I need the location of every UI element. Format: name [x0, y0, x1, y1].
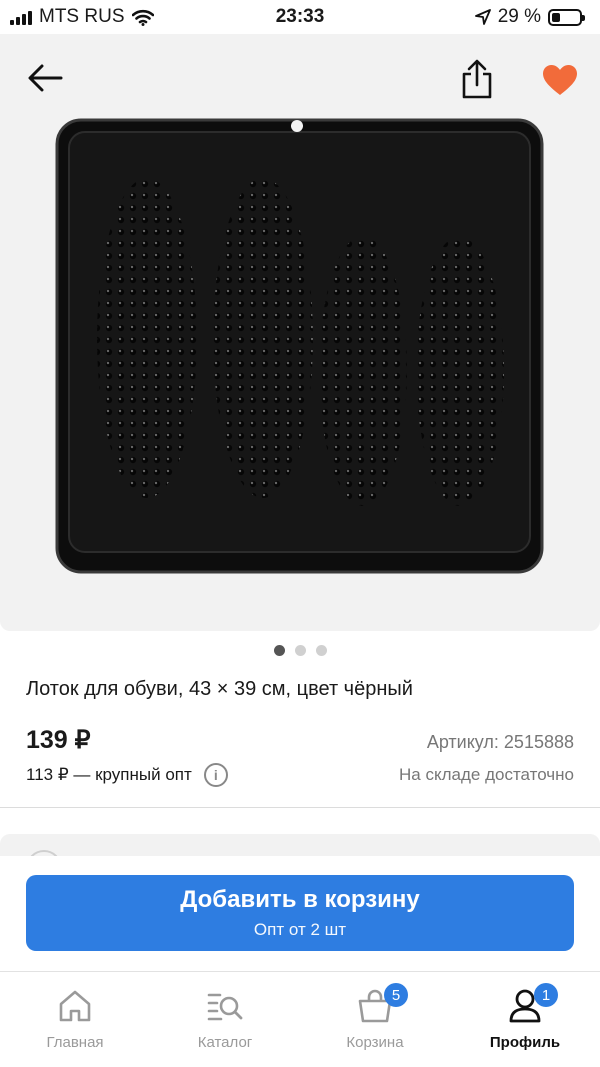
add-to-cart-sublabel: Опт от 2 шт	[253, 920, 347, 939]
location-arrow-icon	[474, 9, 491, 25]
share-button[interactable]	[452, 54, 502, 104]
home-icon	[59, 990, 91, 1022]
pager-dot[interactable]	[294, 645, 306, 656]
battery-icon	[548, 8, 585, 26]
product-image	[55, 118, 544, 574]
tab-label: Корзина	[346, 1034, 404, 1051]
pager-dot[interactable]	[273, 645, 285, 656]
catalog-search-icon	[207, 993, 243, 1021]
profile-badge: 1	[534, 983, 558, 1007]
arrow-left-icon	[28, 64, 63, 92]
tab-home[interactable]: Главная	[0, 972, 150, 1062]
wholesale-price: 113 ₽ — крупный опт	[26, 765, 192, 784]
pager-dot[interactable]	[315, 645, 327, 656]
divider	[0, 807, 600, 808]
back-button[interactable]	[20, 56, 70, 100]
cta-container: Добавить в корзину Опт от 2 шт	[0, 856, 600, 971]
tab-cart[interactable]: 5 Корзина	[300, 972, 450, 1062]
product-price: 139 ₽	[26, 726, 91, 754]
add-to-cart-label: Добавить в корзину	[180, 886, 420, 913]
heart-icon	[543, 65, 577, 95]
cart-badge: 5	[384, 983, 408, 1007]
product-article: Артикул: 2515888	[426, 732, 574, 752]
product-title: Лоток для обуви, 43 × 39 см, цвет чёрный	[26, 678, 413, 700]
share-icon	[462, 59, 492, 99]
bottom-tab-bar: Главная Каталог 5 Корзина 1 Профиль	[0, 971, 600, 1067]
product-gallery[interactable]	[0, 34, 600, 631]
tab-profile[interactable]: 1 Профиль	[450, 972, 600, 1062]
gallery-pager[interactable]	[0, 645, 600, 656]
tab-catalog[interactable]: Каталог	[150, 972, 300, 1062]
info-icon[interactable]: i	[203, 763, 228, 787]
stock-status: На складе достаточно	[399, 765, 574, 784]
favorite-button[interactable]	[536, 56, 584, 104]
battery-percent: 29 %	[497, 6, 541, 27]
status-bar: MTS RUS 23:33 29 %	[0, 0, 600, 34]
wholesale-price-row: 113 ₽ — крупный опт i	[26, 763, 228, 787]
tab-label: Профиль	[489, 1034, 561, 1051]
tab-label: Каталог	[197, 1034, 253, 1051]
add-to-cart-button[interactable]: Добавить в корзину Опт от 2 шт	[26, 875, 574, 951]
tab-label: Главная	[46, 1034, 104, 1051]
